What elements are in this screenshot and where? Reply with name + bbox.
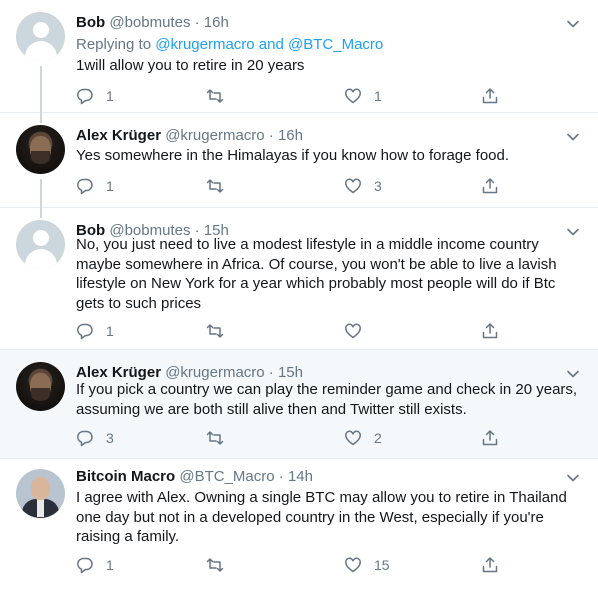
thread-connector-line (40, 113, 42, 123)
default-avatar[interactable] (16, 220, 65, 269)
share-icon (482, 178, 498, 194)
tweet-header: Bitcoin Macro @BTC_Macro · 14h (76, 467, 313, 487)
like-button[interactable]: 15 (344, 555, 390, 575)
reply-count: 1 (106, 323, 114, 339)
share-button[interactable] (481, 321, 499, 341)
like-count: 2 (374, 430, 382, 446)
tweet-actions: 1 (76, 321, 516, 341)
tweet-header: Alex Krüger @krugermacro · 16h (76, 126, 303, 146)
author-handle[interactable]: @krugermacro (165, 364, 264, 381)
thread-connector-line (40, 208, 42, 218)
like-button[interactable]: 3 (344, 176, 382, 196)
reply-count: 3 (106, 430, 114, 446)
reply-icon (77, 323, 93, 340)
tweet-time[interactable]: 14h (288, 468, 313, 485)
share-icon (482, 557, 498, 573)
retweet-button[interactable] (206, 321, 236, 341)
tweet-text: I agree with Alex. Owning a single BTC m… (76, 489, 567, 545)
tweet-item-highlighted[interactable]: Alex Krüger @krugermacro · 15h If you pi… (0, 350, 598, 459)
reply-icon (77, 88, 93, 105)
retweet-button[interactable] (206, 555, 236, 575)
thread-connector-line (40, 179, 42, 208)
retweet-button[interactable] (206, 176, 236, 196)
chevron-down-icon[interactable] (564, 469, 582, 487)
chevron-down-icon[interactable] (564, 15, 582, 33)
author-name[interactable]: Bob (76, 14, 105, 31)
heart-icon (345, 88, 361, 104)
tweet-item[interactable]: Bitcoin Macro @BTC_Macro · 14h I agree w… (0, 459, 598, 595)
like-count: 1 (374, 88, 382, 104)
replying-to-link[interactable]: @krugermacro and @BTC_Macro (155, 36, 383, 53)
retweet-icon (206, 179, 224, 193)
share-icon (482, 88, 498, 104)
like-count: 3 (374, 178, 382, 194)
like-button[interactable]: 1 (344, 86, 382, 106)
reply-count: 1 (106, 557, 114, 573)
separator-dot: · (268, 364, 274, 381)
reply-button[interactable]: 1 (76, 555, 114, 575)
retweet-icon (206, 324, 224, 338)
share-button[interactable] (481, 555, 499, 575)
tweet-thread: Bob @bobmutes · 16h Replying to @krugerm… (0, 0, 598, 595)
like-count: 15 (374, 557, 390, 573)
retweet-icon (206, 431, 224, 445)
heart-icon (345, 557, 361, 573)
thread-connector-line (40, 66, 42, 113)
tweet-item[interactable]: Bob @bobmutes · 15h No, you just need to… (0, 208, 598, 350)
default-avatar[interactable] (16, 12, 65, 61)
share-icon (482, 323, 498, 339)
share-button[interactable] (481, 428, 499, 448)
tweet-time[interactable]: 16h (204, 14, 229, 31)
author-name[interactable]: Alex Krüger (76, 364, 161, 381)
tweet-actions: 1 1 (76, 86, 516, 106)
retweet-icon (206, 558, 224, 572)
separator-dot: · (194, 14, 200, 31)
retweet-button[interactable] (206, 86, 236, 106)
heart-icon (345, 323, 361, 339)
tweet-item[interactable]: Alex Krüger @krugermacro · 16h Yes somew… (0, 113, 598, 208)
tweet-text: 1will allow you to retire in 20 years (76, 57, 305, 74)
tweet-text: Yes somewhere in the Himalayas if you kn… (76, 147, 510, 164)
like-button[interactable]: 2 (344, 428, 382, 448)
heart-icon (345, 178, 361, 194)
reply-count: 1 (106, 88, 114, 104)
like-button[interactable] (344, 321, 374, 341)
replying-to-line: Replying to @krugermacro and @BTC_Macro (76, 35, 383, 55)
share-icon (482, 430, 498, 446)
reply-button[interactable]: 1 (76, 86, 114, 106)
author-handle[interactable]: @BTC_Macro (179, 468, 274, 485)
author-name[interactable]: Alex Krüger (76, 127, 161, 144)
author-handle[interactable]: @krugermacro (165, 127, 264, 144)
tweet-item[interactable]: Bob @bobmutes · 16h Replying to @krugerm… (0, 0, 598, 113)
tweet-text: No, you just need to live a modest lifes… (76, 236, 557, 312)
tweet-actions: 1 15 (76, 555, 516, 575)
alex-kruger-avatar[interactable] (16, 362, 65, 411)
reply-button[interactable]: 1 (76, 176, 114, 196)
share-button[interactable] (481, 176, 499, 196)
author-handle[interactable]: @bobmutes (109, 14, 190, 31)
chevron-down-icon[interactable] (564, 128, 582, 146)
separator-dot: · (278, 468, 284, 485)
alex-kruger-avatar[interactable] (16, 125, 65, 174)
reply-button[interactable]: 1 (76, 321, 114, 341)
tweet-text: If you pick a country we can play the re… (76, 381, 578, 418)
tweet-time[interactable]: 15h (278, 364, 303, 381)
replying-prefix: Replying to (76, 36, 156, 53)
retweet-icon (206, 89, 224, 103)
tweet-time[interactable]: 16h (278, 127, 303, 144)
separator-dot: · (268, 127, 274, 144)
heart-icon (345, 430, 361, 446)
reply-icon (77, 557, 93, 574)
reply-button[interactable]: 3 (76, 428, 114, 448)
tweet-actions: 1 3 (76, 176, 516, 196)
retweet-button[interactable] (206, 428, 236, 448)
reply-icon (77, 430, 93, 447)
tweet-actions: 3 2 (76, 428, 516, 448)
share-button[interactable] (481, 86, 499, 106)
author-name[interactable]: Bitcoin Macro (76, 468, 175, 485)
bitcoin-macro-avatar[interactable] (16, 469, 65, 518)
reply-icon (77, 178, 93, 195)
reply-count: 1 (106, 178, 114, 194)
tweet-header: Bob @bobmutes · 16h (76, 13, 229, 33)
